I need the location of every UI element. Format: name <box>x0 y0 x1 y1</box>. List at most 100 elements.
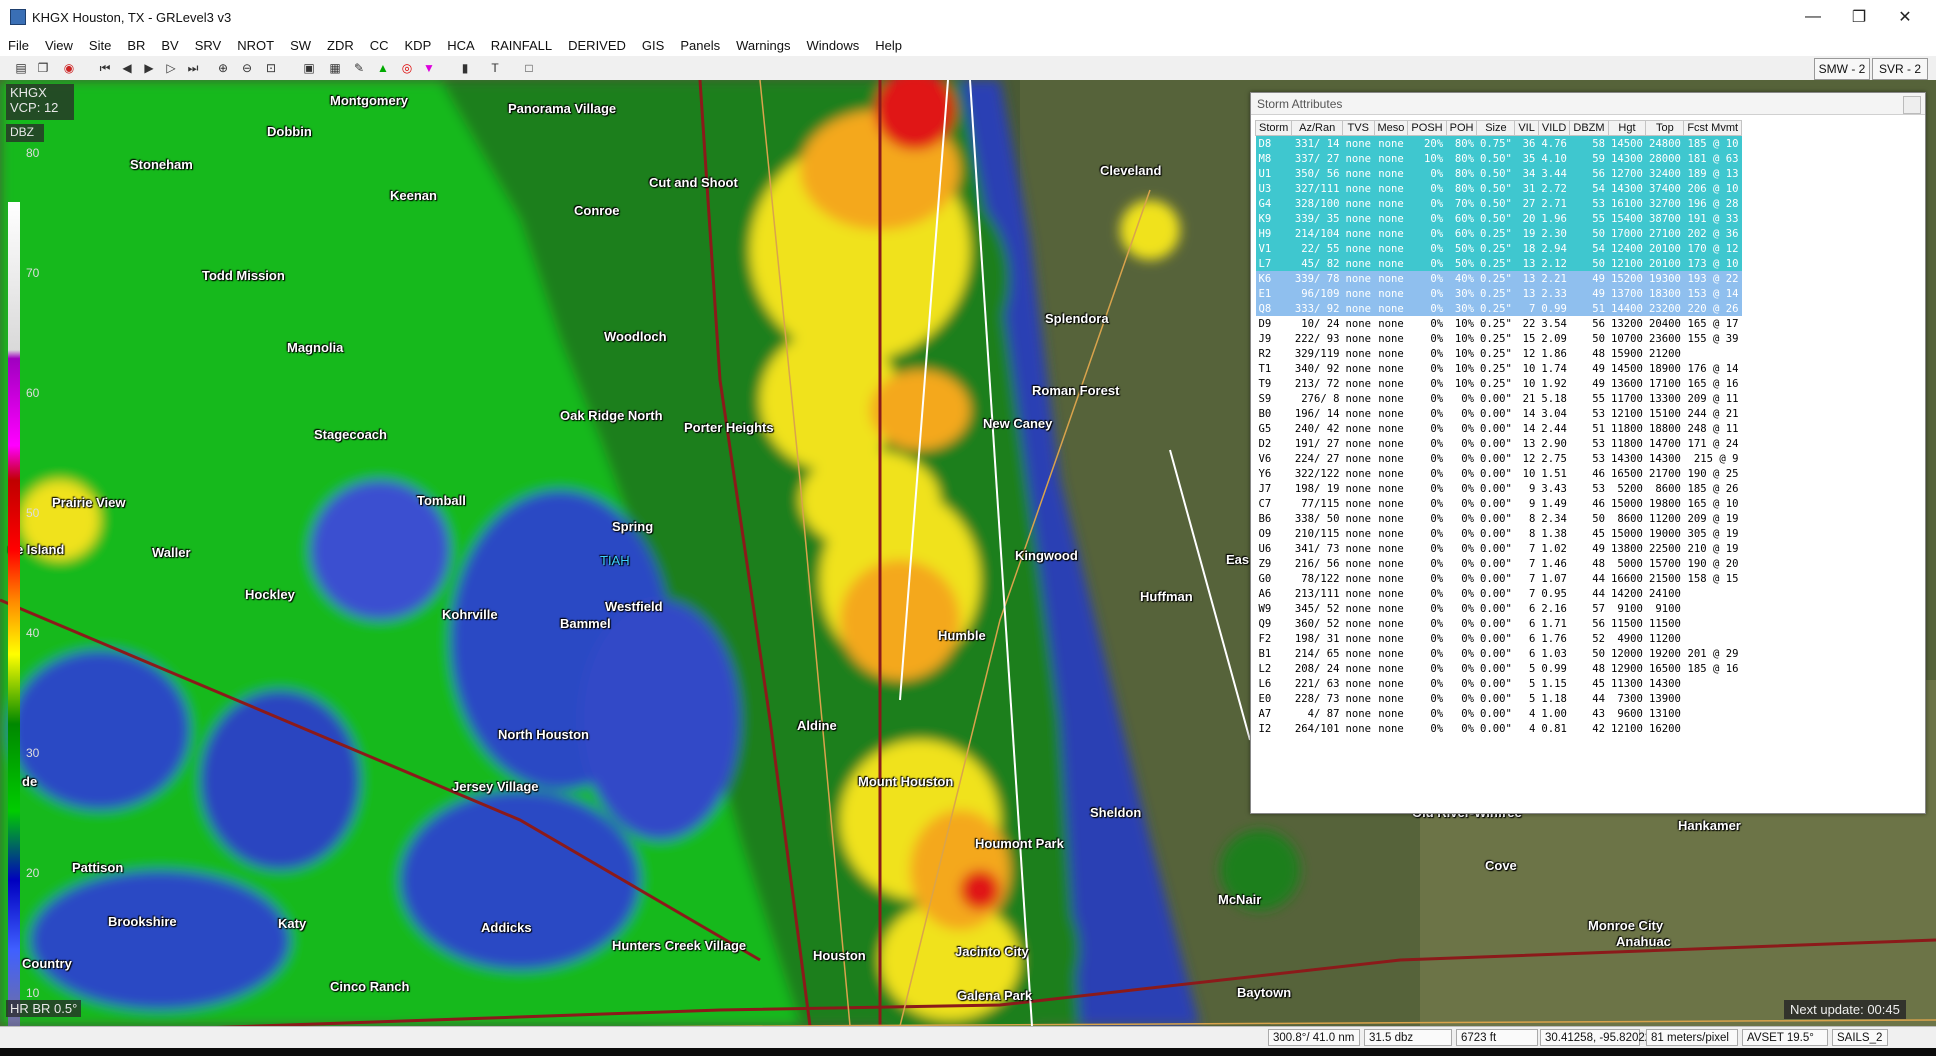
table-row[interactable]: C7 77/115 none none 0% 0% 0.00" 9 1.49 46 15000 198… <box>1256 496 1742 511</box>
table-row[interactable]: E1 96/109 none none 0% 30% 0.25" 13 2.33 49 13700 1… <box>1255 286 1742 301</box>
copy-icon[interactable]: ❐ <box>34 59 52 77</box>
menu-rainfall[interactable]: RAINFALL <box>483 38 560 53</box>
table-row[interactable]: J7 198/ 19 none none 0% 0% 0.00" 9 3.43 53 5200 860… <box>1256 481 1742 496</box>
menu-sw[interactable]: SW <box>282 38 319 53</box>
table-row[interactable]: G0 78/122 none none 0% 0% 0.00" 7 1.07 44 16600 215… <box>1256 571 1742 586</box>
table-row[interactable]: S9 276/ 8 none none 0% 0% 0.00" 21 5.18 55 11700 13… <box>1256 391 1742 406</box>
table-cell: 7 <box>1528 587 1536 600</box>
menu-zdr[interactable]: ZDR <box>319 38 362 53</box>
rect-icon[interactable]: ▮ <box>456 59 474 77</box>
table-row[interactable]: B0 196/ 14 none none 0% 0% 0.00" 14 3.04 53 12100 1… <box>1256 406 1742 421</box>
maximize-button[interactable]: ❐ <box>1836 0 1882 34</box>
table-row[interactable]: R2 329/119 none none 0% 10% 0.25" 12 1.86 48 15900… <box>1256 346 1742 361</box>
table-row[interactable]: L7 45/ 82 none none 0% 50% 0.25" 13 2.12 50 12100 2… <box>1255 256 1742 271</box>
column-header[interactable]: DBZM <box>1569 120 1609 136</box>
table-row[interactable]: Y6 322/122 none none 0% 0% 0.00" 10 1.51 46 16500 2… <box>1256 466 1742 481</box>
column-header[interactable]: Az/Ran <box>1291 120 1343 136</box>
globe-icon[interactable]: ◉ <box>60 59 78 77</box>
menu-site[interactable]: Site <box>81 38 119 53</box>
column-header[interactable]: VIL <box>1514 120 1539 136</box>
menu-help[interactable]: Help <box>867 38 910 53</box>
menu-warnings[interactable]: Warnings <box>728 38 798 53</box>
storm-attributes-panel[interactable]: Storm Attributes Storm Az/Ran TVS Meso POSH P… <box>1250 92 1926 814</box>
table-row[interactable]: E0 228/ 73 none none 0% 0% 0.00" 5 1.18 44 7300 139… <box>1256 691 1742 706</box>
svr-button[interactable]: SVR - 2 <box>1872 58 1928 80</box>
table-row[interactable]: V6 224/ 27 none none 0% 0% 0.00" 12 2.75 53 14300 1… <box>1256 451 1742 466</box>
menu-kdp[interactable]: KDP <box>397 38 440 53</box>
open-icon[interactable]: ▤ <box>12 59 30 77</box>
table-row[interactable]: L6 221/ 63 none none 0% 0% 0.00" 5 1.15 45 11300 14… <box>1256 676 1742 691</box>
table-row[interactable]: D2 191/ 27 none none 0% 0% 0.00" 13 2.90 53 11800 1… <box>1256 436 1742 451</box>
column-header[interactable]: POSH <box>1407 120 1447 136</box>
prev-frame-icon[interactable]: ◀ <box>118 59 136 77</box>
table-row[interactable]: D9 10/ 24 none none 0% 10% 0.25" 22 3.54 56 13200 2… <box>1256 316 1742 331</box>
table-row[interactable]: A7 4/ 87 none none 0% 0% 0.00" 4 1.00 43 9600 13100 <box>1256 706 1742 721</box>
table-row[interactable]: Q9 360/ 52 none none 0% 0% 0.00" 6 1.71 56 11500 11… <box>1256 616 1742 631</box>
last-frame-icon[interactable]: ⏭ <box>184 59 202 77</box>
column-header[interactable]: Storm <box>1254 120 1293 136</box>
close-button[interactable]: ✕ <box>1882 0 1928 34</box>
column-header[interactable]: POH <box>1445 120 1478 136</box>
table-row[interactable]: G5 240/ 42 none none 0% 0% 0.00" 14 2.44 51 11800 1… <box>1256 421 1742 436</box>
menu-cc[interactable]: CC <box>362 38 397 53</box>
zoom-in-icon[interactable]: ⊕ <box>214 59 232 77</box>
menu-srv[interactable]: SRV <box>187 38 230 53</box>
table-row[interactable]: B1 214/ 65 none none 0% 0% 0.00" 6 1.03 50 12000 19… <box>1256 646 1742 661</box>
table-row[interactable]: T9 213/ 72 none none 0% 10% 0.25" 10 1.92 49 13600… <box>1256 376 1742 391</box>
smw-button[interactable]: SMW - 2 <box>1814 58 1870 80</box>
menu-file[interactable]: File <box>0 38 37 53</box>
menu-panels[interactable]: Panels <box>672 38 728 53</box>
target-icon[interactable]: ◎ <box>398 59 416 77</box>
column-header[interactable]: Size <box>1476 120 1516 136</box>
zoom-box-icon[interactable]: ⊡ <box>262 59 280 77</box>
table-row[interactable]: W9 345/ 52 none none 0% 0% 0.00" 6 2.16 57 9100 910… <box>1256 601 1742 616</box>
triangle-icon[interactable]: ▲ <box>374 59 392 77</box>
table-row[interactable]: D8 331/ 14 none none 20% 80% 0.75" 36 4.76 58 1450… <box>1255 135 1742 151</box>
minimize-button[interactable]: — <box>1790 0 1836 34</box>
fill-icon[interactable]: ▣ <box>300 59 318 77</box>
table-row[interactable]: J9 222/ 93 none none 0% 10% 0.25" 15 2.09 50 10700… <box>1256 331 1742 346</box>
column-header[interactable]: Meso <box>1373 120 1409 136</box>
table-row[interactable]: U3 327/111 none none 0% 80% 0.50" 31 2.72 54 14300… <box>1255 181 1742 196</box>
panel-close-button[interactable] <box>1903 96 1921 114</box>
table-row[interactable]: Z9 216/ 56 none none 0% 0% 0.00" 7 1.46 48 5000 157… <box>1256 556 1742 571</box>
column-header[interactable]: VILD <box>1537 120 1571 136</box>
table-row[interactable]: M8 337/ 27 none none 10% 80% 0.50" 35 4.10 59 1430… <box>1255 151 1742 166</box>
column-header[interactable]: Top <box>1645 120 1685 136</box>
table-row[interactable]: O9 210/115 none none 0% 0% 0.00" 8 1.38 45 15000 19… <box>1256 526 1742 541</box>
column-header[interactable]: Fcst Mvmt <box>1683 120 1743 136</box>
table-row[interactable]: K6 339/ 78 none none 0% 40% 0.25" 13 2.21 49 15200… <box>1255 271 1742 286</box>
table-row[interactable]: F2 198/ 31 none none 0% 0% 0.00" 6 1.76 52 4900 112… <box>1256 631 1742 646</box>
grid-icon[interactable]: ▦ <box>326 59 344 77</box>
draw-icon[interactable]: ✎ <box>350 59 368 77</box>
play-icon[interactable]: ▶ <box>140 59 158 77</box>
table-row[interactable]: U1 350/ 56 none none 0% 80% 0.50" 34 3.44 56 12700… <box>1255 166 1742 181</box>
menu-nrot[interactable]: NROT <box>229 38 282 53</box>
menu-gis[interactable]: GIS <box>634 38 672 53</box>
column-header[interactable]: Hgt <box>1607 120 1647 136</box>
zoom-out-icon[interactable]: ⊖ <box>238 59 256 77</box>
menu-bv[interactable]: BV <box>153 38 186 53</box>
table-row[interactable]: G4 328/100 none none 0% 70% 0.50" 27 2.71 53 16100… <box>1255 196 1742 211</box>
menu-windows[interactable]: Windows <box>799 38 868 53</box>
text-icon[interactable]: T <box>486 59 504 77</box>
menu-br[interactable]: BR <box>119 38 153 53</box>
tvs-icon[interactable]: ▼ <box>420 59 438 77</box>
table-row[interactable]: B6 338/ 50 none none 0% 0% 0.00" 8 2.34 50 8600 112… <box>1256 511 1742 526</box>
table-row[interactable]: L2 208/ 24 none none 0% 0% 0.00" 5 0.99 48 12900 16… <box>1256 661 1742 676</box>
table-row[interactable]: U6 341/ 73 none none 0% 0% 0.00" 7 1.02 49 13800 22… <box>1256 541 1742 556</box>
first-frame-icon[interactable]: ⏮ <box>96 59 114 77</box>
table-row[interactable]: H9 214/104 none none 0% 60% 0.25" 19 2.30 50 17000… <box>1255 226 1742 241</box>
menu-view[interactable]: View <box>37 38 81 53</box>
column-header[interactable]: TVS <box>1342 120 1375 136</box>
table-row[interactable]: T1 340/ 92 none none 0% 10% 0.25" 10 1.74 49 14500… <box>1256 361 1742 376</box>
next-frame-icon[interactable]: ▷ <box>162 59 180 77</box>
table-row[interactable]: I2 264/101 none none 0% 0% 0.00" 4 0.81 42 12100 16… <box>1256 721 1742 736</box>
menu-derived[interactable]: DERIVED <box>560 38 634 53</box>
table-row[interactable]: Q8 333/ 92 none none 0% 30% 0.25" 7 0.99 51 14400 2… <box>1255 301 1742 316</box>
table-row[interactable]: V1 22/ 55 none none 0% 50% 0.25" 18 2.94 54 12400 2… <box>1255 241 1742 256</box>
menu-hca[interactable]: HCA <box>439 38 482 53</box>
table-row[interactable]: A6 213/111 none none 0% 0% 0.00" 7 0.95 44 14200 24… <box>1256 586 1742 601</box>
frame-icon[interactable]: □ <box>520 59 538 77</box>
table-row[interactable]: K9 339/ 35 none none 0% 60% 0.50" 20 1.96 55 15400… <box>1255 211 1742 226</box>
